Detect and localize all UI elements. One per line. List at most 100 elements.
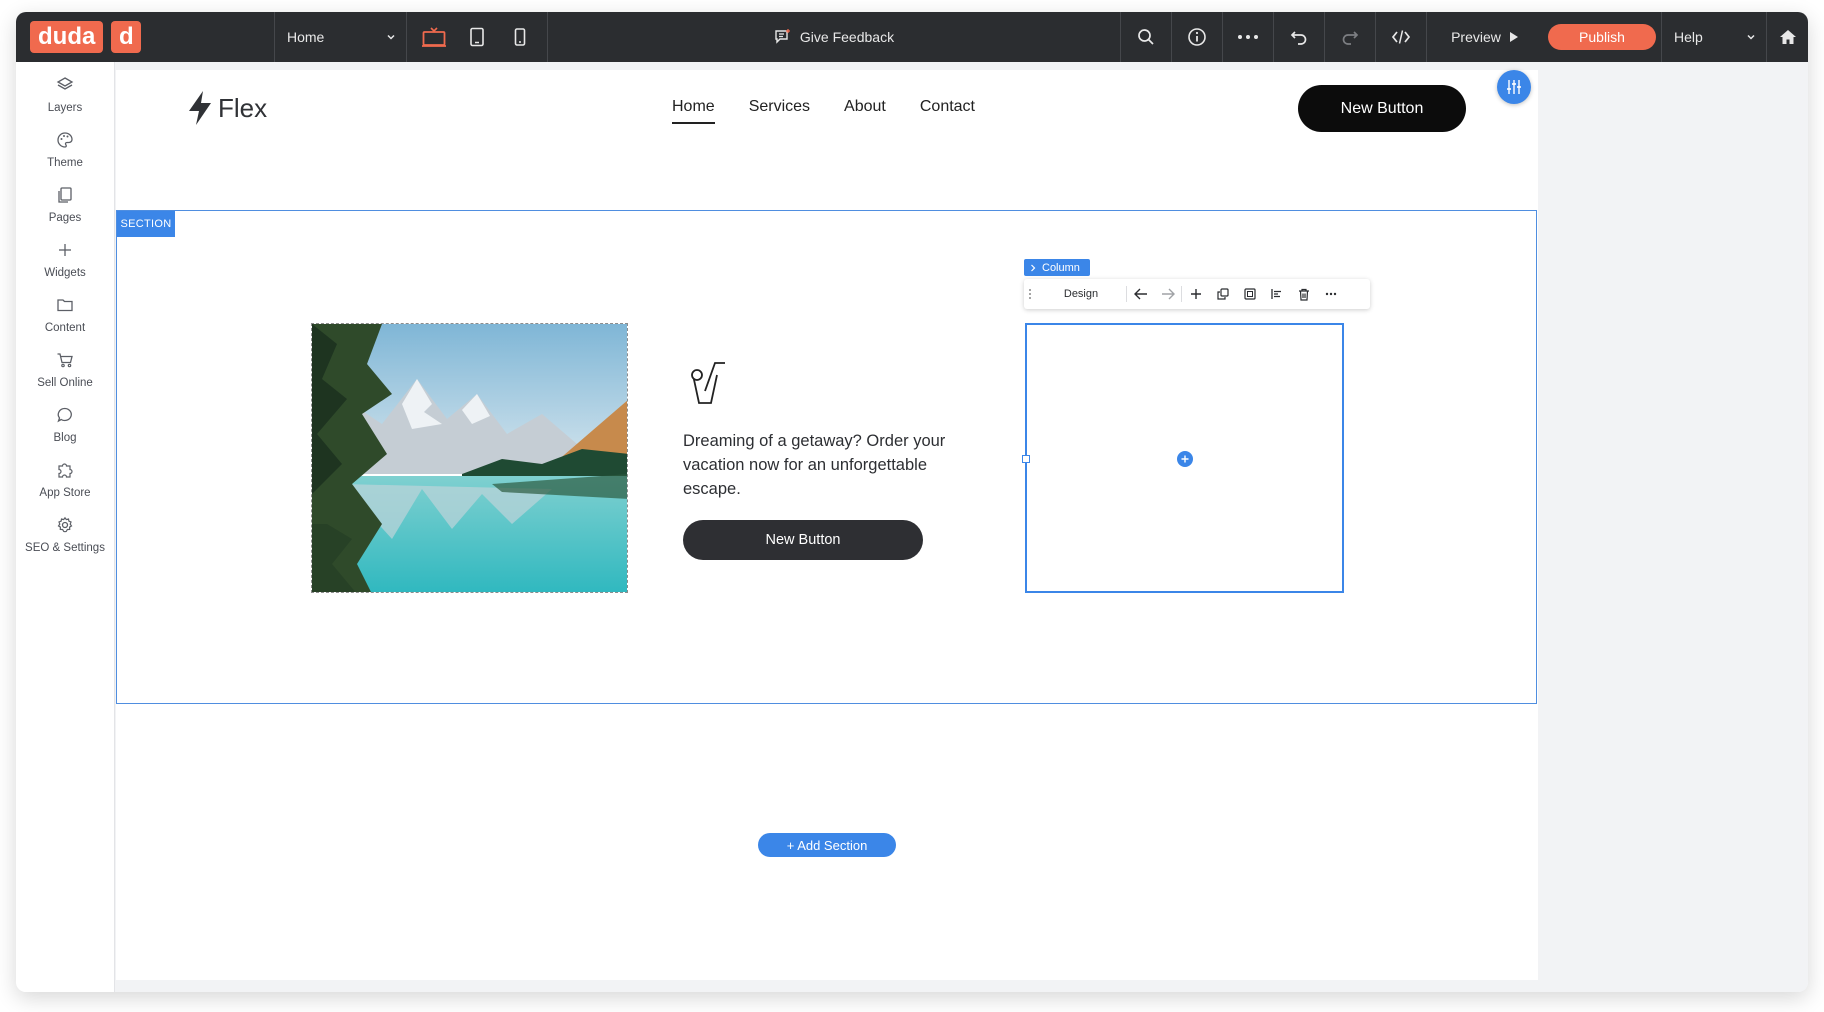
- info-icon: [1188, 28, 1206, 46]
- preview-label: Preview: [1451, 29, 1501, 45]
- play-icon: [1509, 32, 1518, 42]
- move-left-button[interactable]: [1127, 279, 1154, 309]
- sidebar-item-theme[interactable]: Theme: [16, 131, 114, 187]
- developer-mode-button[interactable]: [1376, 12, 1426, 62]
- selected-column[interactable]: [1022, 323, 1344, 593]
- arrow-left-icon: [1133, 288, 1147, 300]
- nav-link-services[interactable]: Services: [749, 98, 810, 124]
- plus-icon: [59, 244, 71, 256]
- design-button[interactable]: Design: [1036, 288, 1126, 300]
- lightning-bolt-icon: [189, 91, 211, 125]
- give-feedback-label: Give Feedback: [799, 29, 895, 45]
- drag-handle[interactable]: [1024, 288, 1036, 300]
- puzzle-icon: [58, 463, 73, 478]
- publish-button[interactable]: Publish: [1548, 24, 1656, 50]
- redo-icon: [1342, 31, 1359, 45]
- chat-bubble-icon: [57, 407, 72, 423]
- duda-d-logo[interactable]: d: [111, 21, 142, 53]
- desktop-view-button[interactable]: [417, 20, 451, 54]
- sidebar-item-label: SEO & Settings: [25, 542, 105, 554]
- sidebar-item-label: Content: [44, 322, 86, 334]
- folder-icon: [57, 299, 73, 312]
- mountain-lake-photo: [312, 324, 627, 592]
- undo-button[interactable]: [1274, 12, 1324, 62]
- column-toolbar: Design: [1024, 279, 1370, 309]
- arrow-right-icon: [1161, 288, 1175, 300]
- nav-link-contact[interactable]: Contact: [920, 98, 975, 124]
- sliders-icon: [1507, 80, 1521, 94]
- delete-button[interactable]: [1290, 279, 1317, 309]
- sidebar-item-label: App Store: [39, 487, 91, 499]
- duplicate-button[interactable]: [1209, 279, 1236, 309]
- site-logo-text: Flex: [218, 92, 268, 123]
- plus-icon: [1190, 289, 1201, 299]
- sidebar-item-pages[interactable]: Pages: [16, 186, 114, 242]
- more-horizontal-icon: [1325, 292, 1336, 296]
- more-options-button[interactable]: [1223, 12, 1273, 62]
- sidebar-item-widgets[interactable]: Widgets: [16, 241, 114, 297]
- duda-logo-area: duda d: [16, 12, 274, 62]
- publish-area: Publish: [1543, 12, 1661, 62]
- add-section-button[interactable]: + Add Section: [758, 833, 896, 857]
- sidebar-item-label: Sell Online: [37, 377, 93, 389]
- help-menu[interactable]: Help: [1662, 12, 1766, 62]
- mobile-icon: [514, 28, 525, 46]
- nav-link-home[interactable]: Home: [672, 98, 715, 124]
- chevron-down-icon: [387, 34, 395, 40]
- redo-button[interactable]: [1325, 12, 1375, 62]
- add-widget-button[interactable]: [1177, 451, 1193, 467]
- column-breadcrumb[interactable]: Column: [1024, 259, 1090, 276]
- cart-icon: [57, 353, 73, 368]
- layers-icon: [56, 77, 74, 90]
- top-bar: duda d Home Give Feedback Preview Publis…: [16, 12, 1808, 62]
- search-icon: [1138, 29, 1154, 45]
- chevron-down-icon: [1747, 34, 1755, 40]
- dashboard-home-button[interactable]: [1767, 12, 1808, 62]
- search-button[interactable]: [1121, 12, 1171, 62]
- sidebar-item-seo-settings[interactable]: SEO & Settings: [16, 516, 114, 572]
- mountain-lake-image[interactable]: [311, 323, 628, 593]
- section-tag[interactable]: SECTION: [117, 211, 175, 237]
- sidebar-item-label: Theme: [47, 157, 83, 169]
- section-description[interactable]: Dreaming of a getaway? Order your vacati…: [683, 429, 983, 501]
- give-feedback-button[interactable]: Give Feedback: [548, 12, 1120, 62]
- grid-layout-button[interactable]: [1236, 279, 1263, 309]
- palette-icon: [57, 132, 73, 148]
- sidebar-item-blog[interactable]: Blog: [16, 406, 114, 462]
- info-button[interactable]: [1172, 12, 1222, 62]
- feedback-icon: [775, 29, 790, 44]
- copy-icon: [1216, 288, 1229, 300]
- sidebar-item-layers[interactable]: Layers: [16, 76, 114, 132]
- preview-button[interactable]: Preview: [1427, 12, 1543, 62]
- section-new-button[interactable]: New Button: [683, 520, 923, 560]
- align-button[interactable]: [1263, 279, 1290, 309]
- chevron-right-icon: [1031, 264, 1036, 271]
- cocktail-icon[interactable]: [689, 361, 727, 410]
- sidebar-item-label: Pages: [48, 212, 82, 224]
- undo-icon: [1290, 31, 1307, 45]
- sidebar-item-label: Blog: [53, 432, 77, 444]
- site-navigation: Home Services About Contact: [672, 98, 975, 124]
- page-selector[interactable]: Home: [275, 12, 406, 62]
- gear-icon: [57, 516, 73, 533]
- resize-handle[interactable]: [1022, 455, 1030, 463]
- sidebar-item-content[interactable]: Content: [16, 296, 114, 352]
- page-selector-value: Home: [287, 29, 325, 45]
- more-options-button[interactable]: [1317, 279, 1344, 309]
- trash-icon: [1298, 288, 1309, 301]
- home-icon: [1779, 30, 1796, 44]
- nav-link-about[interactable]: About: [844, 98, 886, 124]
- header-new-button[interactable]: New Button: [1298, 85, 1466, 132]
- drag-handle-icon: [1029, 289, 1031, 299]
- sidebar-item-app-store[interactable]: App Store: [16, 461, 114, 517]
- drink-glass-icon: [691, 362, 725, 404]
- selected-section[interactable]: SECTION Dreaming of a getaway? Order you…: [116, 210, 1537, 857]
- add-column-button[interactable]: [1182, 279, 1209, 309]
- duda-logo[interactable]: duda: [30, 21, 104, 53]
- move-right-button[interactable]: [1154, 279, 1181, 309]
- mobile-view-button[interactable]: [503, 20, 537, 54]
- sidebar-item-sell-online[interactable]: Sell Online: [16, 351, 114, 407]
- tablet-view-button[interactable]: [460, 20, 494, 54]
- site-settings-fab[interactable]: [1497, 70, 1531, 104]
- site-logo[interactable]: Flex: [186, 90, 267, 126]
